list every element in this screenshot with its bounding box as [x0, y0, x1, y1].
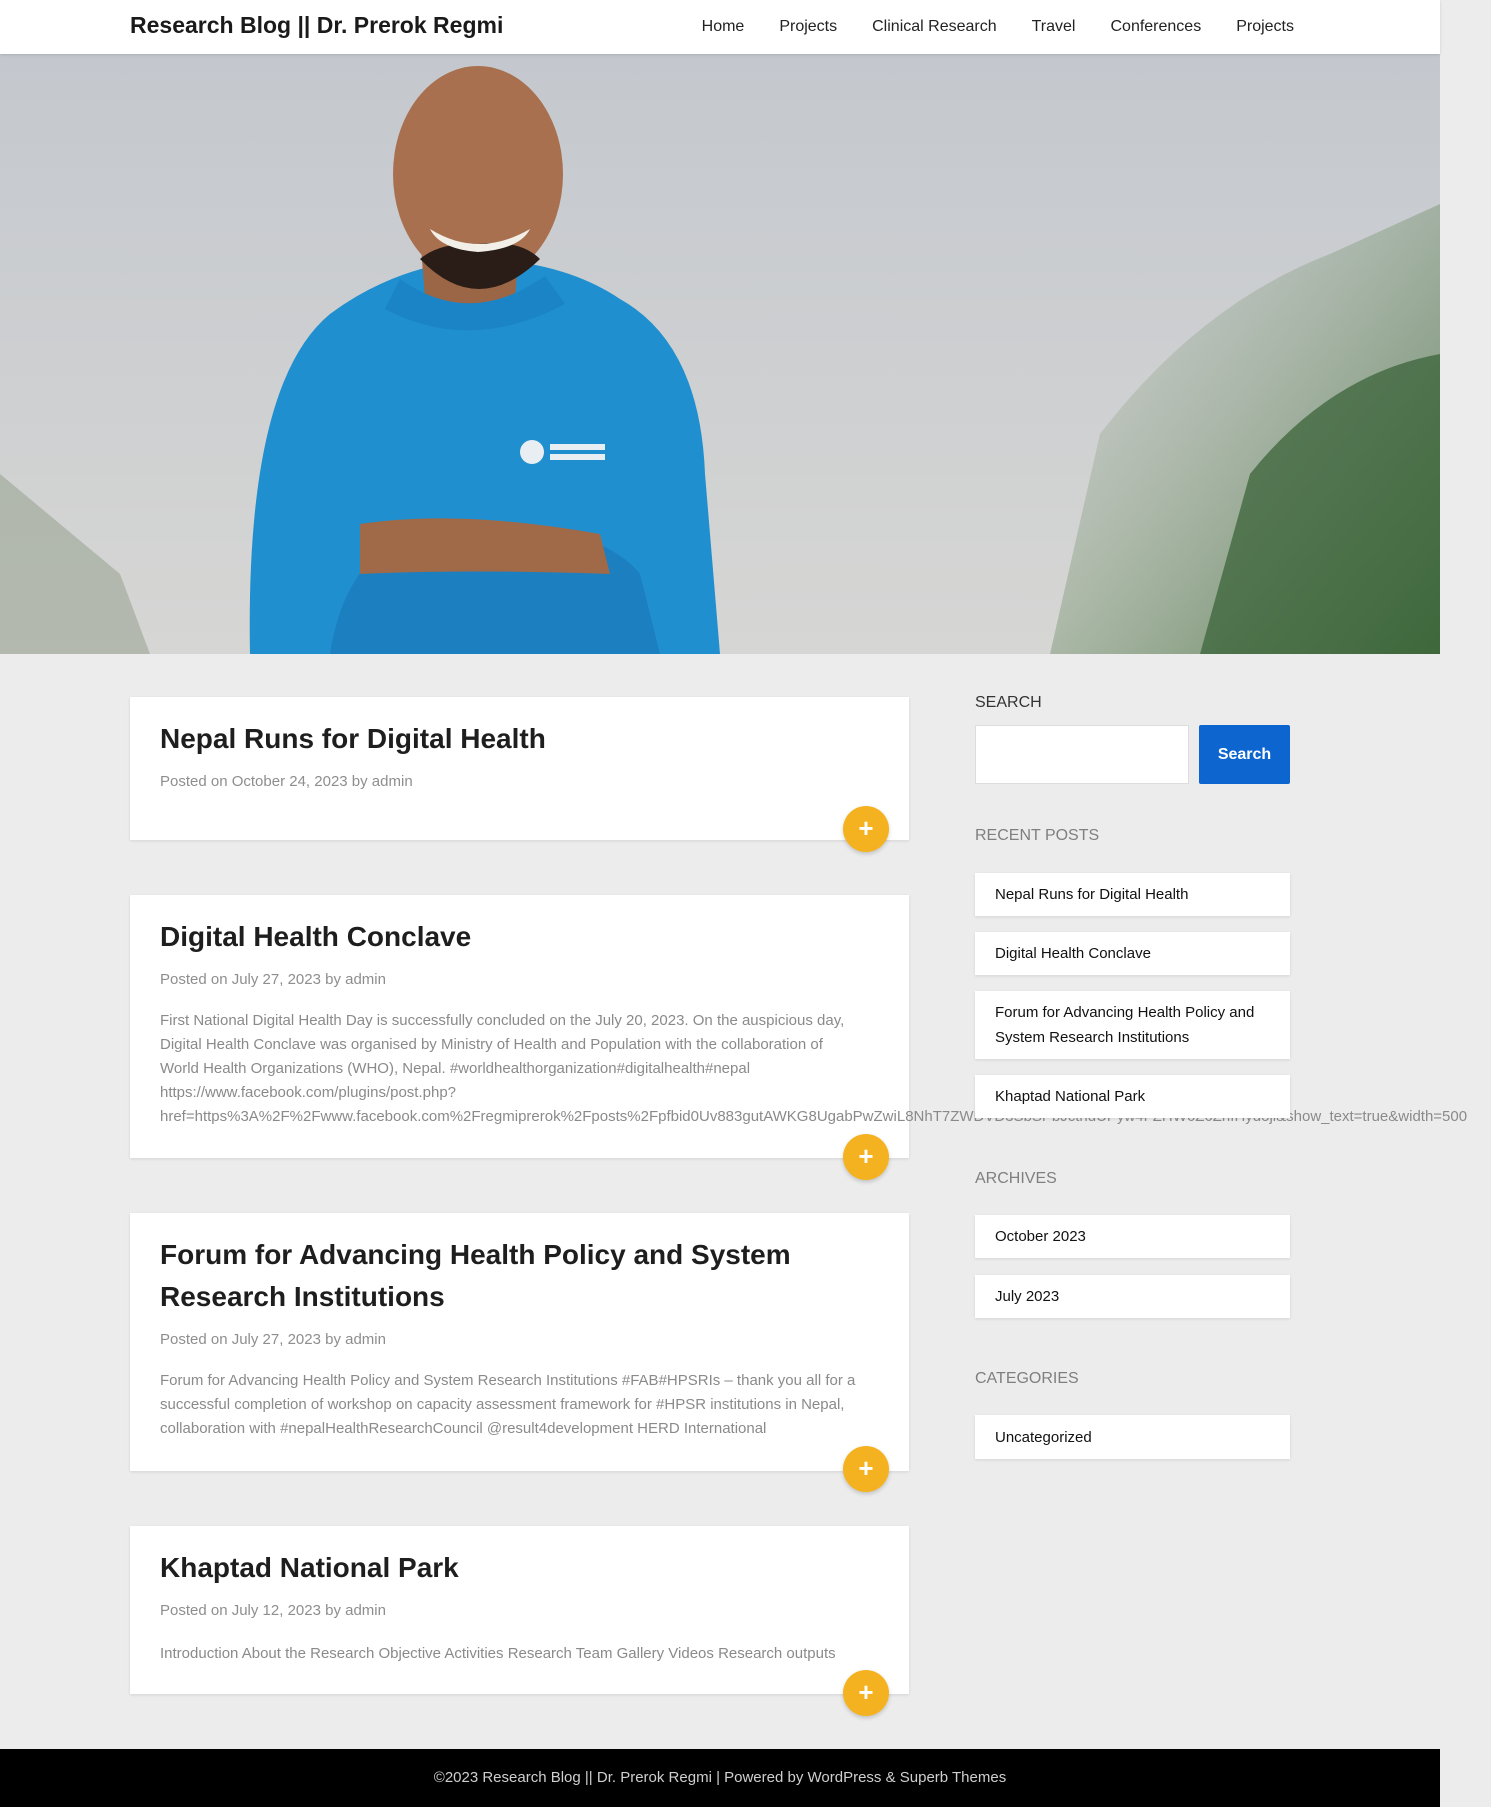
post-meta: Posted on July 27, 2023 by admin — [160, 971, 386, 988]
archive-link[interactable]: October 2023 — [975, 1215, 1290, 1258]
nav-projects-2[interactable]: Projects — [1236, 18, 1294, 36]
read-more-plus-button[interactable]: + — [843, 1134, 889, 1180]
post-excerpt: First National Digital Health Day is suc… — [160, 1009, 1468, 1129]
excerpt-line: collaboration with #nepalHealthResearchC… — [160, 1420, 767, 1437]
excerpt-line: Forum for Advancing Health Policy and Sy… — [160, 1372, 856, 1389]
nav-clinical-research[interactable]: Clinical Research — [872, 18, 997, 36]
excerpt-line: https://www.facebook.com/plugins/post.ph… — [160, 1084, 457, 1101]
page: Research Blog || Dr. Prerok Regmi Home P… — [0, 0, 1468, 1807]
post-excerpt: Introduction About the Research Objectiv… — [160, 1642, 860, 1666]
excerpt-line: Digital Health Conclave was organised by… — [160, 1036, 823, 1053]
excerpt-line: First National Digital Health Day is suc… — [160, 1012, 845, 1029]
post-card: Nepal Runs for Digital Health Posted on … — [130, 697, 909, 852]
main-nav: Home Projects Clinical Research Travel C… — [667, 18, 1294, 36]
excerpt-line-overflow: href=https%3A%2F%2Fwww.facebook.com%2Fre… — [160, 1108, 1468, 1125]
category-link[interactable]: Uncategorized — [975, 1415, 1290, 1459]
recent-posts-heading: RECENT POSTS — [975, 827, 1100, 844]
hero-portrait-illustration — [0, 54, 1440, 654]
read-more-plus-button[interactable]: + — [843, 806, 889, 852]
recent-post-link[interactable]: Digital Health Conclave — [975, 932, 1290, 975]
post-title[interactable]: Nepal Runs for Digital Health — [160, 718, 880, 760]
post-card: Forum for Advancing Health Policy and Sy… — [130, 1213, 909, 1492]
nav-travel[interactable]: Travel — [1032, 18, 1076, 36]
excerpt-line: World Health Organizations (WHO), Nepal.… — [160, 1060, 751, 1077]
post-card: Digital Health Conclave Posted on July 2… — [130, 895, 1468, 1180]
post-meta: Posted on July 27, 2023 by admin — [160, 1331, 386, 1348]
site-title[interactable]: Research Blog || Dr. Prerok Regmi — [130, 12, 503, 39]
archive-link[interactable]: July 2023 — [975, 1275, 1290, 1318]
read-more-plus-button[interactable]: + — [843, 1670, 889, 1716]
post-card: Khaptad National Park Posted on July 12,… — [130, 1526, 909, 1716]
post-title[interactable]: Digital Health Conclave — [160, 916, 880, 958]
archives-heading: ARCHIVES — [975, 1170, 1057, 1187]
site-header: Research Blog || Dr. Prerok Regmi Home P… — [0, 0, 1440, 54]
search-heading: SEARCH — [975, 694, 1042, 711]
search-button[interactable]: Search — [1199, 725, 1290, 784]
site-footer: ©2023 Research Blog || Dr. Prerok Regmi … — [0, 1749, 1440, 1807]
recent-post-link[interactable]: Nepal Runs for Digital Health — [975, 873, 1290, 916]
recent-post-link[interactable]: Forum for Advancing Health Policy and Sy… — [975, 991, 1290, 1059]
hero-image — [0, 54, 1440, 654]
nav-projects[interactable]: Projects — [779, 18, 837, 36]
nav-conferences[interactable]: Conferences — [1110, 18, 1201, 36]
recent-post-link[interactable]: Khaptad National Park — [975, 1075, 1290, 1118]
nav-home[interactable]: Home — [702, 18, 745, 36]
post-title[interactable]: Forum for Advancing Health Policy and Sy… — [160, 1234, 880, 1318]
post-meta: Posted on July 12, 2023 by admin — [160, 1602, 386, 1619]
post-excerpt: Forum for Advancing Health Policy and Sy… — [160, 1369, 860, 1441]
excerpt-line: Introduction About the Research Objectiv… — [160, 1645, 836, 1662]
search-input[interactable] — [975, 725, 1189, 784]
post-title[interactable]: Khaptad National Park — [160, 1547, 880, 1589]
post-meta: Posted on October 24, 2023 by admin — [160, 773, 413, 790]
read-more-plus-button[interactable]: + — [843, 1446, 889, 1492]
categories-heading: CATEGORIES — [975, 1370, 1079, 1387]
excerpt-line: successful completion of workshop on cap… — [160, 1396, 845, 1413]
